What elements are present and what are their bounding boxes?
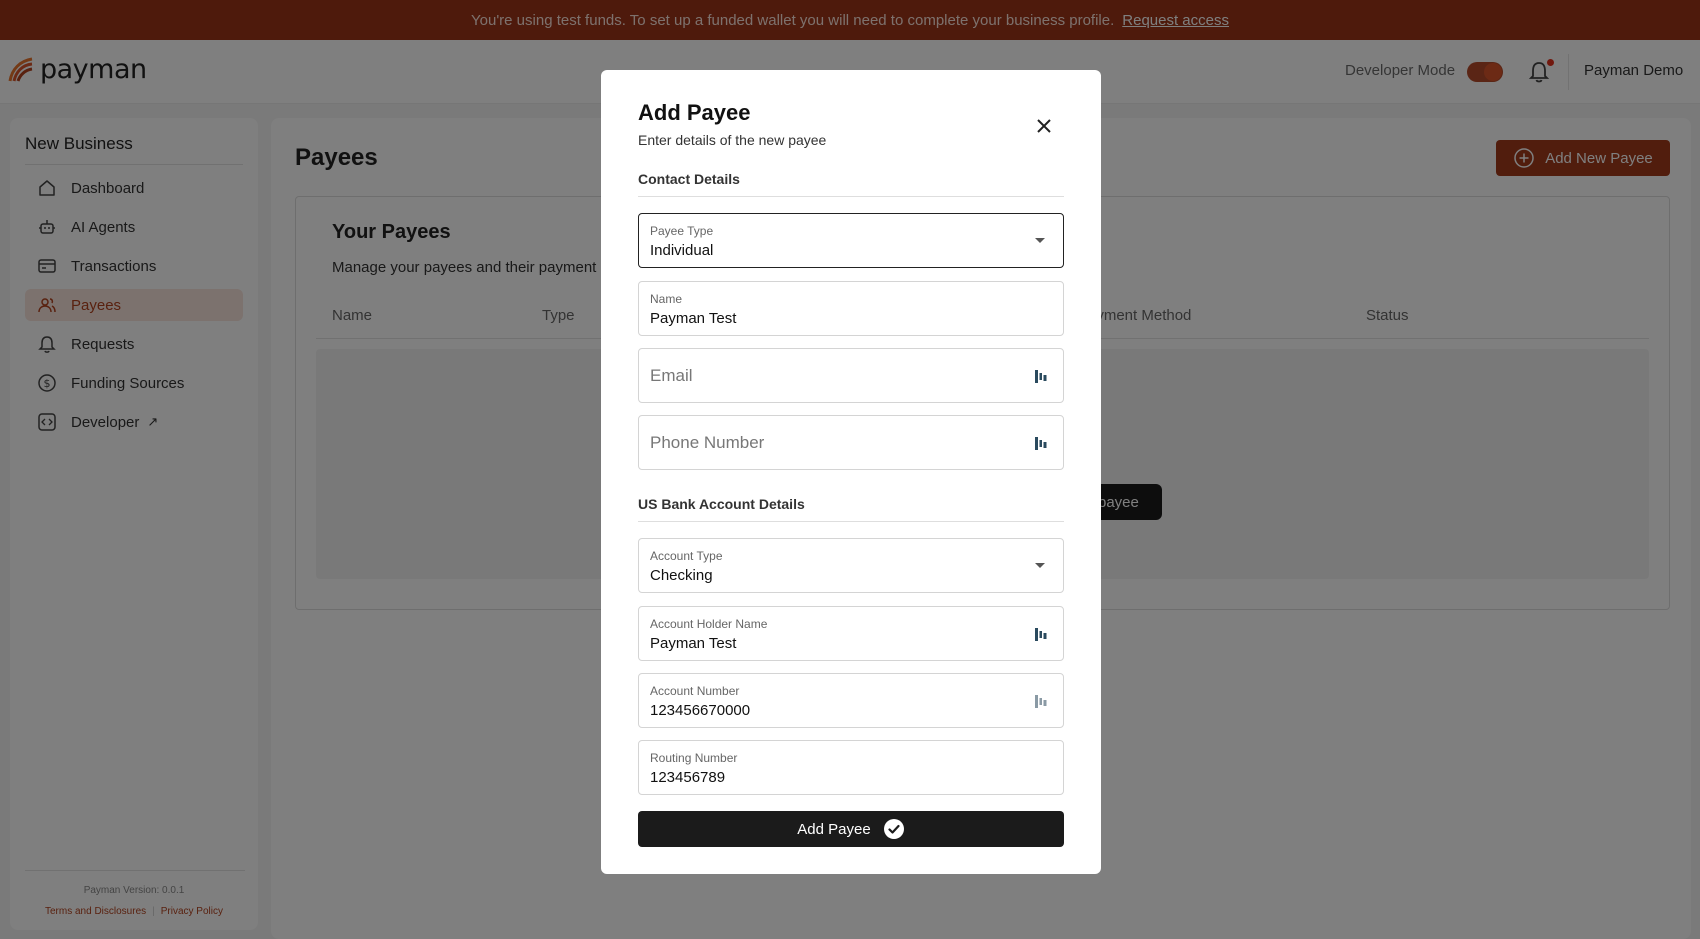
field-value: Individual xyxy=(650,242,714,259)
close-icon[interactable] xyxy=(1034,116,1054,136)
field-value: 123456670000 xyxy=(650,702,751,719)
field-value: Payman Test xyxy=(650,635,737,652)
add-payee-modal: Add Payee Enter details of the new payee… xyxy=(601,70,1101,874)
password-manager-icon[interactable] xyxy=(1034,368,1048,385)
field-label: Routing Number xyxy=(650,751,738,765)
field-label: Account Holder Name xyxy=(650,617,768,631)
field-placeholder: Email xyxy=(650,366,693,385)
contact-details-heading: Contact Details xyxy=(638,171,740,187)
field-value: Checking xyxy=(650,567,713,584)
account-type-select[interactable]: Account Type Checking xyxy=(638,538,1064,593)
phone-number-field[interactable]: Phone Number xyxy=(638,415,1064,470)
password-manager-icon[interactable] xyxy=(1034,435,1048,452)
field-label: Payee Type xyxy=(650,224,714,238)
bank-details-heading: US Bank Account Details xyxy=(638,496,805,512)
account-number-field[interactable]: Account Number 123456670000 xyxy=(638,673,1064,728)
modal-subtitle: Enter details of the new payee xyxy=(638,132,827,148)
field-placeholder: Phone Number xyxy=(650,433,765,452)
section-divider xyxy=(638,196,1064,197)
chevron-down-icon xyxy=(1035,238,1045,243)
modal-title: Add Payee xyxy=(638,100,751,125)
field-label: Name xyxy=(650,292,683,306)
routing-number-field[interactable]: Routing Number 123456789 xyxy=(638,740,1064,795)
payee-type-select[interactable]: Payee Type Individual xyxy=(638,213,1064,268)
add-payee-submit-button[interactable]: Add Payee xyxy=(638,811,1064,847)
password-manager-icon[interactable] xyxy=(1034,693,1048,710)
field-label: Account Type xyxy=(650,549,723,563)
field-label: Account Number xyxy=(650,684,740,698)
submit-label: Add Payee xyxy=(797,820,871,838)
chevron-down-icon xyxy=(1035,563,1045,568)
check-circle-icon xyxy=(883,819,904,839)
field-value: 123456789 xyxy=(650,769,726,786)
account-holder-name-field[interactable]: Account Holder Name Payman Test xyxy=(638,606,1064,661)
field-value: Payman Test xyxy=(650,310,737,327)
password-manager-icon[interactable] xyxy=(1034,626,1048,643)
section-divider xyxy=(638,521,1064,522)
name-field[interactable]: Name Payman Test xyxy=(638,281,1064,336)
email-field[interactable]: Email xyxy=(638,348,1064,403)
